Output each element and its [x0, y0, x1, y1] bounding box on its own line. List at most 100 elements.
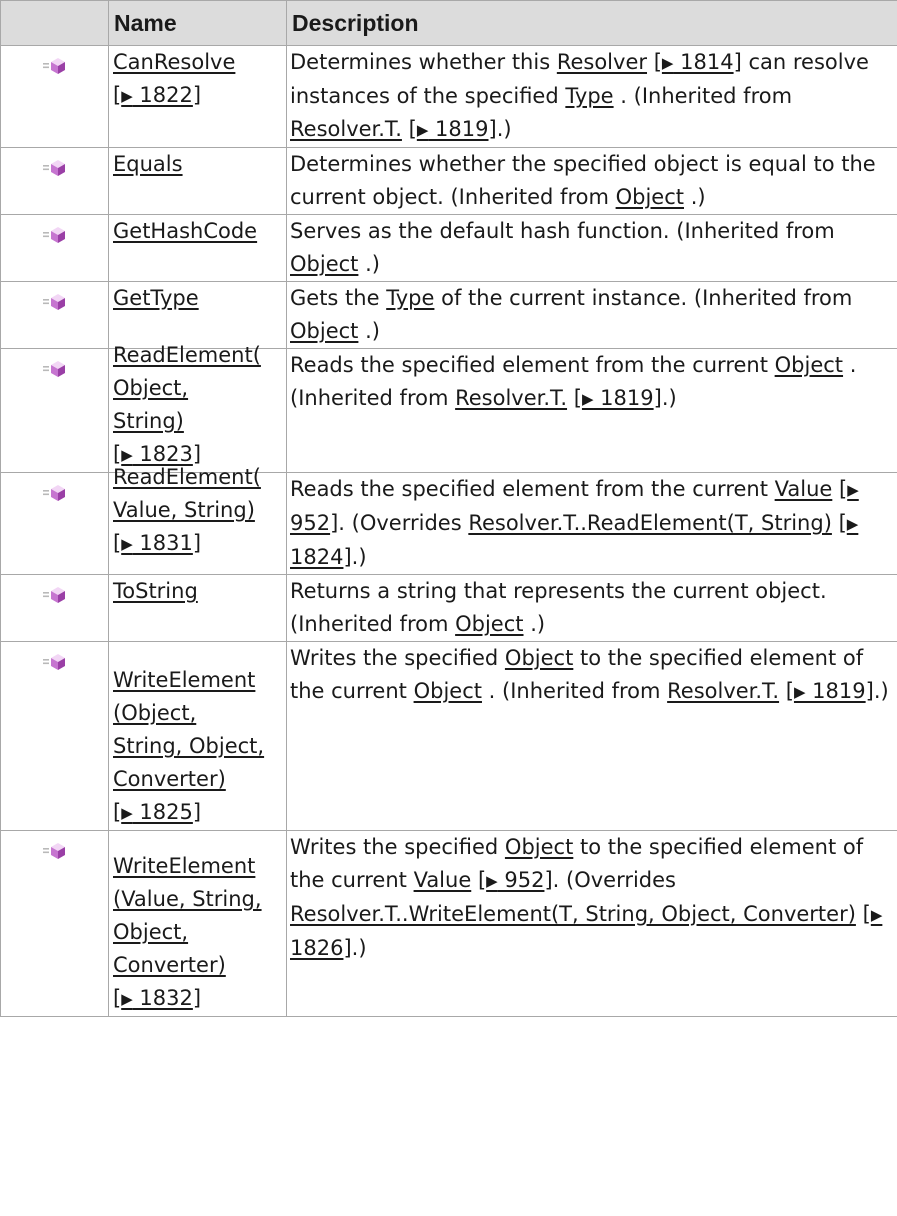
method-description-cell: Reads the specified element from the cur…: [286, 348, 897, 473]
description-page-ref-link[interactable]: ▶ 952: [486, 868, 544, 892]
page-ref-arrow-icon: ▶: [416, 121, 429, 139]
description-text: Serves as the default hash function. (In…: [290, 219, 835, 243]
description-type-link[interactable]: Value: [775, 477, 833, 501]
description-type-link[interactable]: Resolver.T.: [290, 117, 402, 141]
page-ref-arrow-icon: ▶: [121, 990, 133, 1008]
description-type-link[interactable]: Type: [565, 84, 613, 108]
description-text: . (Overrides: [338, 511, 469, 535]
description-type-link[interactable]: Object: [505, 835, 573, 859]
description-type-link[interactable]: Object: [290, 319, 358, 343]
page-ref-arrow-icon: ▶: [121, 804, 133, 822]
page-ref-arrow-icon: ▶: [870, 906, 883, 924]
description-text: Writes the specified: [290, 835, 505, 859]
table-row: CanResolve [▶ 1822] Determines whether thi…: [0, 45, 897, 148]
description-text: .): [351, 545, 367, 569]
description-page-ref-link[interactable]: ▶ 1819: [582, 386, 654, 410]
method-name-link[interactable]: WriteElement: [113, 664, 284, 697]
description-page-ref-link[interactable]: ▶ 1819: [417, 117, 489, 141]
row-icon-cell: [0, 214, 109, 282]
description-type-link[interactable]: Object: [455, 612, 523, 636]
table-row: ReadElement(Value, String) [▶ 1831] Reads …: [0, 465, 897, 575]
method-name-link[interactable]: (Value, String,: [113, 883, 284, 916]
header-icon-column: [0, 0, 109, 46]
method-name-link[interactable]: Object,: [113, 372, 284, 405]
page-ref-number: 1822: [132, 83, 193, 107]
method-description-cell: Determines whether this Resolver [▶ 1814…: [286, 45, 897, 148]
method-name-link[interactable]: CanResolve: [113, 46, 284, 79]
method-name-link[interactable]: GetHashCode: [113, 215, 284, 248]
method-name-link[interactable]: Equals: [113, 148, 284, 181]
method-name-cell: WriteElement (Object, String, Object, Conve…: [108, 641, 287, 831]
table-row: ReadElement(Object, String) [▶ 1823] Reads …: [0, 343, 897, 473]
method-name-link[interactable]: ReadElement(: [113, 461, 284, 494]
method-page-ref-link[interactable]: ▶ 1825: [121, 800, 193, 824]
page-ref-number: 1831: [132, 531, 193, 555]
page-ref-number: 952: [290, 511, 331, 535]
method-name-link[interactable]: (Object,: [113, 697, 284, 730]
description-text: Writes the specified: [290, 646, 505, 670]
page-ref-arrow-icon: ▶: [661, 54, 674, 72]
header-name: Name: [108, 0, 287, 46]
method-description-cell: Gets the Type of the current instance. (…: [286, 281, 897, 349]
page-ref-arrow-icon: ▶: [847, 481, 859, 499]
description-type-link[interactable]: Type: [386, 286, 434, 310]
row-icon-cell: [0, 348, 109, 473]
method-name-cell: CanResolve [▶ 1822]: [108, 45, 287, 148]
table-row: GetHashCode Serves as the default hash fu…: [0, 214, 897, 282]
public-method-icon: [42, 843, 65, 859]
description-text: .): [351, 936, 367, 960]
method-page-ref-link[interactable]: ▶ 1822: [121, 83, 193, 107]
page-ref-number: 1819: [428, 117, 489, 141]
description-text: Reads the specified element from the cur…: [290, 477, 775, 501]
table-row: WriteElement (Value, String, Object, Conver…: [0, 830, 897, 1017]
description-type-link[interactable]: Resolver.T..WriteElement(T, String, Obje…: [290, 902, 856, 926]
description-type-link[interactable]: Object: [290, 252, 358, 276]
description-text: of the current instance. (Inherited from: [441, 286, 853, 310]
description-text: . (Inherited from: [620, 84, 793, 108]
description-type-link[interactable]: Value: [414, 868, 472, 892]
description-type-link[interactable]: Object: [414, 679, 482, 703]
method-name-cell: ReadElement(Object, String) [▶ 1823]: [108, 343, 287, 473]
page-ref-number: 1819: [593, 386, 654, 410]
method-name-link[interactable]: ReadElement(: [113, 339, 284, 372]
page-ref-number: 1819: [805, 679, 866, 703]
method-page-ref-link[interactable]: ▶ 1832: [121, 986, 193, 1010]
method-description-cell: Writes the specified Object to the speci…: [286, 830, 897, 1017]
method-name-cell: WriteElement (Value, String, Object, Conver…: [108, 830, 287, 1017]
description-text: .): [530, 612, 546, 636]
description-text: .): [365, 252, 380, 276]
method-name-link[interactable]: String, Object,: [113, 730, 284, 763]
description-text: Determines whether the specified object …: [290, 152, 876, 209]
description-type-link[interactable]: Resolver: [557, 50, 647, 74]
description-text: Returns a string that represents the cur…: [290, 579, 827, 636]
description-type-link[interactable]: Resolver.T..ReadElement(T, String): [468, 511, 832, 535]
method-name-cell: ReadElement(Value, String) [▶ 1831]: [108, 465, 287, 575]
description-type-link[interactable]: Object: [775, 353, 843, 377]
method-name-link[interactable]: Converter): [113, 763, 284, 796]
description-text: .): [873, 679, 889, 703]
method-name-link[interactable]: WriteElement: [113, 850, 284, 883]
table-header-row: Name Description: [0, 0, 897, 46]
page-ref-arrow-icon: ▶: [581, 390, 594, 408]
description-text: . (Inherited from: [488, 679, 668, 703]
public-method-icon: [42, 227, 65, 243]
table-row: WriteElement (Object, String, Object, Conve…: [0, 641, 897, 831]
method-page-ref-link[interactable]: ▶ 1831: [121, 531, 193, 555]
method-name-link[interactable]: ToString: [113, 575, 284, 608]
description-page-ref-link[interactable]: ▶ 1814: [662, 50, 734, 74]
description-type-link[interactable]: Resolver.T.: [455, 386, 567, 410]
method-name-link[interactable]: String): [113, 405, 284, 438]
method-name-link[interactable]: Object,: [113, 916, 284, 949]
description-type-link[interactable]: Object: [505, 646, 573, 670]
page-ref-arrow-icon: ▶: [846, 515, 859, 533]
method-name-link[interactable]: Value, String): [113, 494, 284, 527]
method-name-link[interactable]: GetType: [113, 282, 284, 315]
description-type-link[interactable]: Object: [616, 185, 684, 209]
method-name-cell: ToString: [108, 574, 287, 642]
method-description-cell: Writes the specified Object to the speci…: [286, 641, 897, 831]
page-ref-number: 952: [497, 868, 545, 892]
description-page-ref-link[interactable]: ▶ 1819: [794, 679, 866, 703]
description-text: Determines whether this: [290, 50, 557, 74]
description-type-link[interactable]: Resolver.T.: [667, 679, 779, 703]
method-name-link[interactable]: Converter): [113, 949, 284, 982]
